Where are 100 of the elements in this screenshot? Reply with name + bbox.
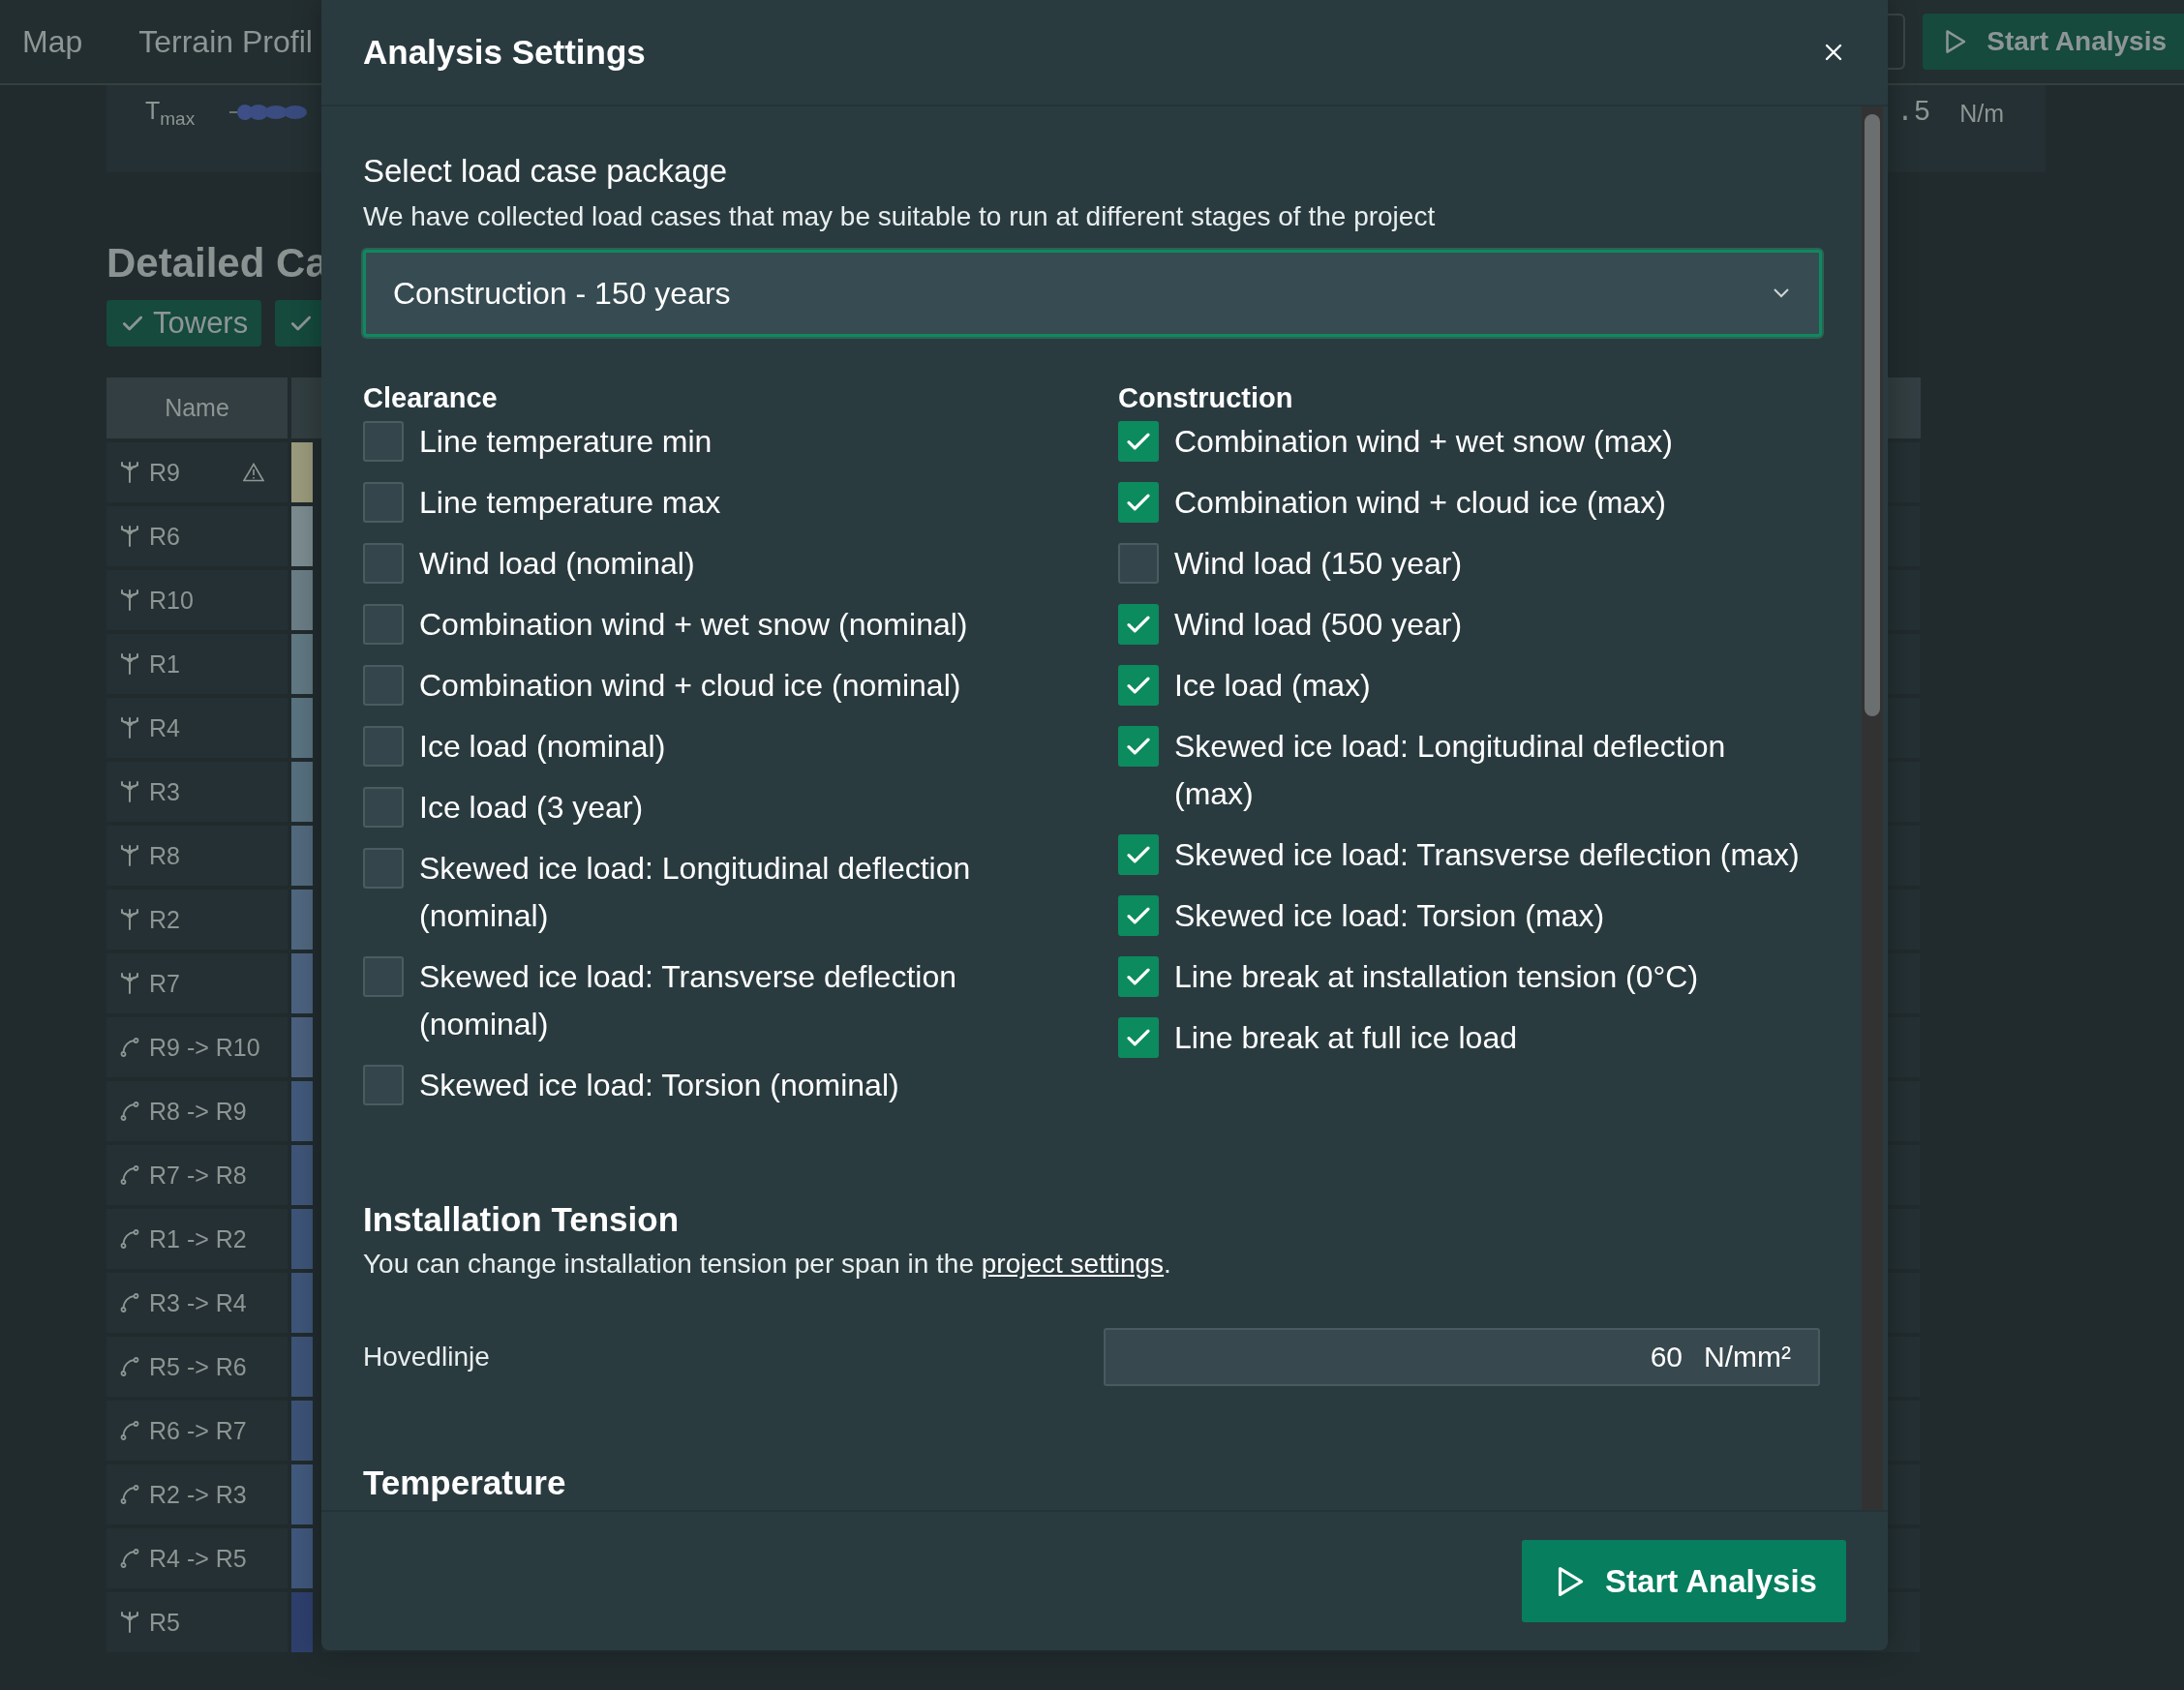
span-icon <box>120 1484 139 1505</box>
checkbox[interactable] <box>1118 726 1159 767</box>
tower-icon <box>120 653 139 675</box>
scrollbar[interactable] <box>1862 106 1883 1510</box>
tower-icon <box>120 717 139 739</box>
row-name: R3 <box>149 777 180 806</box>
checkbox[interactable] <box>363 543 404 584</box>
row-name: R3 -> R4 <box>149 1288 247 1317</box>
span-icon <box>120 1420 139 1441</box>
checkbox-label: Combination wind + cloud ice (max) <box>1174 484 1666 522</box>
span-icon <box>120 1292 139 1313</box>
section-heading: Installation Tension <box>363 1200 681 1239</box>
nav-tab[interactable]: Terrain Profil <box>138 23 313 60</box>
span-icon <box>120 1548 139 1569</box>
row-name: R6 -> R7 <box>149 1416 247 1445</box>
tower-icon <box>120 462 139 483</box>
span-icon <box>120 1164 139 1186</box>
checkbox[interactable] <box>1118 604 1159 645</box>
checkbox[interactable] <box>363 665 404 706</box>
checkbox[interactable] <box>363 848 404 889</box>
checkbox[interactable] <box>363 726 404 767</box>
checkbox[interactable] <box>363 1065 404 1105</box>
checkbox-label: Combination wind + wet snow (nominal) <box>419 606 968 644</box>
tower-icon <box>120 589 139 611</box>
checkbox[interactable] <box>1118 665 1159 706</box>
checkbox[interactable] <box>1118 543 1159 584</box>
checkbox-label: Combination wind + wet snow (max) <box>1174 423 1673 461</box>
checkbox[interactable] <box>1118 1017 1159 1058</box>
checkbox-label: Combination wind + cloud ice (nominal) <box>419 667 961 705</box>
tower-icon <box>120 781 139 802</box>
row-name: R6 <box>149 522 180 551</box>
checkbox-label: Ice load (nominal) <box>419 728 666 766</box>
summary-unit: N/m <box>1959 100 2004 128</box>
span-icon <box>120 1228 139 1250</box>
row-name: R2 -> R3 <box>149 1480 247 1509</box>
package-select[interactable]: Construction - 150 years <box>363 250 1822 337</box>
checkbox[interactable] <box>1118 895 1159 936</box>
row-name: R1 <box>149 649 180 679</box>
row-name: R5 <box>149 1608 180 1637</box>
tower-icon <box>120 909 139 930</box>
nav-tab[interactable]: Map <box>22 23 83 60</box>
checkbox[interactable] <box>1118 421 1159 462</box>
scrollbar-thumb[interactable] <box>1865 114 1880 716</box>
checkbox-label: Skewed ice load: Longitudinal deflection (max) <box>1174 728 1727 813</box>
checkbox[interactable] <box>1118 956 1159 997</box>
checkbox-label: Skewed ice load: Transverse deflection (nominal) <box>419 958 957 1043</box>
checkbox-label: Wind load (500 year) <box>1174 606 1463 644</box>
field-label: Hovedlinje <box>363 1342 491 1373</box>
checkbox-label: Line temperature min <box>419 423 713 461</box>
checkbox[interactable] <box>363 482 404 523</box>
checkbox[interactable] <box>363 956 404 997</box>
summary-label: T$_{max}$ <box>145 97 196 130</box>
row-name: R8 <box>149 841 180 870</box>
checkbox-label: Ice load (max) <box>1174 667 1371 705</box>
row-name: R5 -> R6 <box>149 1352 247 1381</box>
field-description: We have collected load cases that may be suitable to run at different stages of the project <box>363 201 1437 232</box>
chevron-icon <box>1773 287 1790 299</box>
filter-chip[interactable]: Towers <box>106 300 262 347</box>
checkbox-label: Line break at installation tension (0°C) <box>1174 958 1699 996</box>
close-icon <box>1824 43 1843 62</box>
checkbox-label: Wind load (nominal) <box>419 545 695 583</box>
checkbox[interactable] <box>363 787 404 828</box>
row-name: R4 -> R5 <box>149 1544 247 1573</box>
checkbox-label: Line break at full ice load <box>1174 1019 1517 1057</box>
column-header: Name <box>106 377 288 438</box>
checkbox-label: Line temperature max <box>419 484 721 522</box>
tower-icon <box>120 1612 139 1633</box>
group-title: Clearance <box>363 382 499 414</box>
checkbox-label: Skewed ice load: Torsion (nominal) <box>419 1067 899 1104</box>
start-analysis-button[interactable]: Start Analysis <box>1923 14 2184 70</box>
tower-icon <box>120 526 139 547</box>
checkbox[interactable] <box>1118 834 1159 875</box>
span-icon <box>120 1356 139 1377</box>
tension-field[interactable]: 60 N/mm² <box>1104 1328 1820 1386</box>
checkbox-label: Wind load (150 year) <box>1174 545 1463 583</box>
project-settings-link[interactable]: project settings <box>981 1249 1165 1279</box>
tower-icon <box>120 845 139 866</box>
checkbox[interactable] <box>363 421 404 462</box>
span-icon <box>120 1037 139 1058</box>
row-name: R9 <box>149 458 180 487</box>
section-heading: Temperature <box>363 1464 567 1502</box>
start-analysis-button[interactable]: Start Analysis <box>1522 1540 1846 1622</box>
row-name: R1 -> R2 <box>149 1224 247 1253</box>
span-icon <box>120 1101 139 1122</box>
checkbox[interactable] <box>1118 482 1159 523</box>
row-name: R2 <box>149 905 180 934</box>
checkbox[interactable] <box>363 604 404 645</box>
row-name: R10 <box>149 586 194 615</box>
row-name: R7 <box>149 969 180 998</box>
row-name: R9 -> R10 <box>149 1033 260 1062</box>
row-name: R7 -> R8 <box>149 1161 247 1190</box>
row-name: R8 -> R9 <box>149 1097 247 1126</box>
help-text: You can change installation tension per span in the project settings. <box>363 1249 1172 1280</box>
row-name: R4 <box>149 713 180 742</box>
checkbox-label: Ice load (3 year) <box>419 789 644 827</box>
checkbox-label: Skewed ice load: Torsion (max) <box>1174 897 1605 935</box>
checkbox-label: Skewed ice load: Transverse deflection (max) <box>1174 836 1800 874</box>
checkbox-label: Skewed ice load: Longitudinal deflection (nominal) <box>419 850 972 935</box>
summary-value: .5 <box>1896 97 1931 129</box>
group-title: Construction <box>1118 382 1294 414</box>
